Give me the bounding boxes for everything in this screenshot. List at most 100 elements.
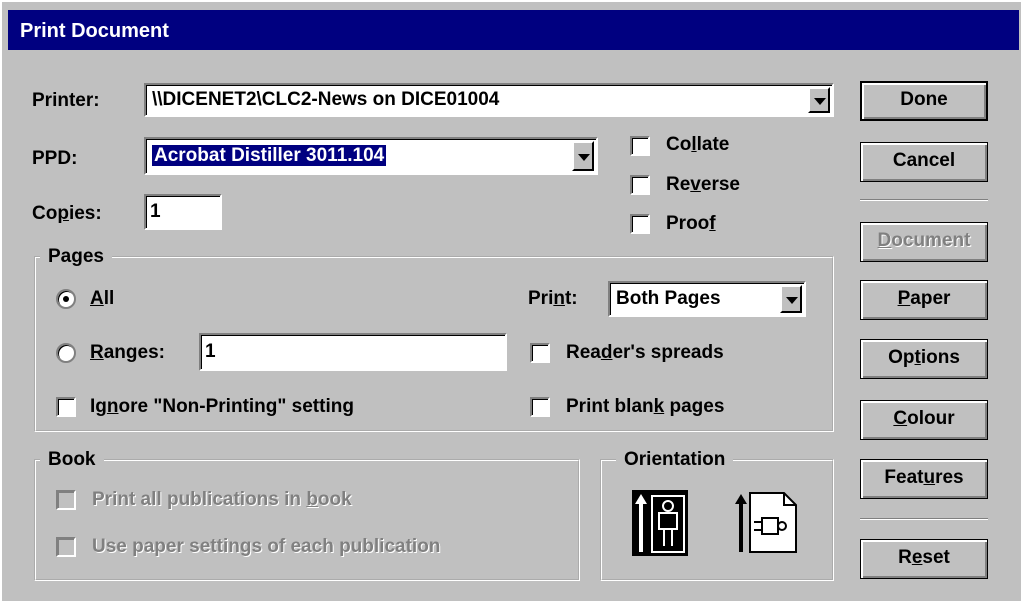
orientation-legend: Orientation	[616, 449, 734, 471]
book-legend: Book	[40, 449, 104, 471]
features-pre: Feat	[884, 467, 924, 488]
use-paper-settings-label: Use paper settings of each publication	[92, 536, 440, 558]
ranges-post: anges:	[103, 342, 165, 363]
ignore-non-printing-label[interactable]: Ignore "Non-Printing" setting	[90, 396, 354, 418]
reverse-pre: Re	[666, 174, 691, 195]
ppd-value-wrap: Acrobat Distiller 3011.104	[152, 145, 387, 167]
cancel-button[interactable]: Cancel	[860, 142, 988, 182]
print-blank-pages-checkbox[interactable]	[530, 397, 550, 417]
allpubs-post: ook	[317, 489, 352, 510]
options-post: ions	[920, 347, 960, 368]
all-pages-radio[interactable]	[56, 289, 76, 309]
blank-pre: Print blan	[566, 396, 654, 417]
chevron-down-icon	[578, 154, 590, 161]
print-pages-select[interactable]: Both Pages	[608, 281, 806, 317]
print-blank-pages-label[interactable]: Print blank pages	[566, 396, 724, 418]
title-bar[interactable]: Print Document	[8, 10, 1019, 50]
copies-value: 1	[150, 201, 161, 222]
chevron-down-icon	[814, 98, 826, 105]
ignore-post: ore "Non-Printing" setting	[118, 396, 354, 417]
collate-label[interactable]: Collate	[666, 134, 729, 156]
readers-mnemonic: d	[600, 342, 613, 363]
document-post: ocument	[891, 230, 971, 251]
copies-label-post: ies:	[68, 203, 102, 224]
copies-input[interactable]: 1	[144, 194, 222, 230]
collate-checkbox[interactable]	[630, 136, 650, 156]
print-pre: Pri	[528, 288, 554, 309]
ppd-dropdown-button[interactable]	[572, 141, 594, 171]
print-document-dialog: Print Document Printer: \\DICENET2\CLC2-…	[0, 0, 1021, 601]
ranges-value: 1	[205, 341, 216, 362]
paper-post: aper	[910, 288, 951, 309]
papersettings-pre: Use paper settin	[92, 536, 240, 557]
proof-checkbox[interactable]	[630, 214, 650, 234]
button-separator	[860, 199, 988, 201]
features-post: res	[935, 467, 964, 488]
ranges-mnemonic: R	[90, 342, 104, 363]
print-all-publications-label: Print all publications in book	[92, 489, 352, 511]
ppd-select[interactable]: Acrobat Distiller 3011.104	[144, 137, 598, 175]
paper-button[interactable]: Paper	[860, 280, 988, 320]
collate-post: late	[696, 134, 730, 155]
papersettings-post: s of each publication	[251, 536, 441, 557]
window-title: Print Document	[20, 20, 169, 42]
ranges-radio[interactable]	[56, 343, 76, 363]
blank-mnemonic: k	[653, 396, 665, 417]
print-all-publications-checkbox	[56, 490, 76, 510]
features-mnemonic: u	[923, 467, 936, 488]
options-button[interactable]: Options	[860, 339, 988, 379]
readers-spreads-label[interactable]: Reader's spreads	[566, 342, 724, 364]
printer-value: \\DICENET2\CLC2-News on DICE01004	[152, 89, 500, 110]
use-paper-settings-checkbox	[56, 537, 76, 557]
portrait-orientation-icon[interactable]	[632, 490, 688, 556]
landscape-orientation-icon[interactable]	[734, 490, 800, 556]
paper-mnemonic: P	[897, 288, 911, 309]
print-mnemonic: n	[553, 288, 565, 309]
copies-label: Copies:	[32, 203, 102, 225]
features-button[interactable]: Features	[860, 459, 988, 499]
all-mnemonic: A	[90, 288, 104, 309]
document-button: Document	[860, 222, 988, 262]
all-pages-label[interactable]: All	[90, 288, 114, 310]
ppd-value: Acrobat Distiller 3011.104	[152, 145, 387, 166]
reverse-checkbox[interactable]	[630, 175, 650, 195]
allpubs-pre: Print all publications in	[92, 489, 307, 510]
reverse-label[interactable]: Reverse	[666, 174, 740, 196]
pages-legend: Pages	[40, 246, 112, 268]
colour-post: olour	[907, 408, 955, 429]
radio-selected-dot	[63, 296, 69, 302]
ranges-input[interactable]: 1	[199, 333, 507, 371]
print-label: Print:	[528, 288, 578, 310]
readers-pre: Rea	[566, 342, 601, 363]
proof-label[interactable]: Proof	[666, 213, 716, 235]
allpubs-mnemonic: b	[306, 489, 318, 510]
reset-mnemonic: e	[911, 547, 923, 568]
proof-mnemonic: f	[709, 213, 716, 234]
blank-post: pages	[664, 396, 725, 417]
reverse-post: erse	[700, 174, 740, 195]
printer-label: Printer:	[32, 90, 100, 111]
reset-pre: R	[898, 547, 912, 568]
colour-mnemonic: C	[893, 408, 908, 429]
print-pages-value: Both Pages	[616, 288, 721, 309]
all-post: ll	[103, 288, 115, 309]
done-button[interactable]: Done	[860, 81, 988, 121]
printer-select[interactable]: \\DICENET2\CLC2-News on DICE01004	[144, 83, 834, 117]
copies-label-pre: Co	[32, 203, 58, 224]
document-mnemonic: D	[877, 230, 892, 251]
print-pages-dropdown-button[interactable]	[780, 285, 802, 313]
copies-label-mnemonic: p	[57, 203, 69, 224]
chevron-down-icon	[786, 297, 798, 304]
colour-button[interactable]: Colour	[860, 400, 988, 440]
options-pre: Op	[888, 347, 915, 368]
print-post: t:	[564, 288, 578, 309]
ranges-label[interactable]: Ranges:	[90, 342, 165, 364]
reverse-mnemonic: v	[690, 174, 701, 195]
collate-pre: Co	[666, 134, 692, 155]
readers-spreads-checkbox[interactable]	[530, 343, 550, 363]
reset-post: set	[922, 547, 950, 568]
ignore-non-printing-checkbox[interactable]	[56, 397, 76, 417]
reset-button[interactable]: Reset	[860, 539, 988, 579]
printer-dropdown-button[interactable]	[808, 87, 830, 113]
proof-pre: Proo	[666, 213, 710, 234]
